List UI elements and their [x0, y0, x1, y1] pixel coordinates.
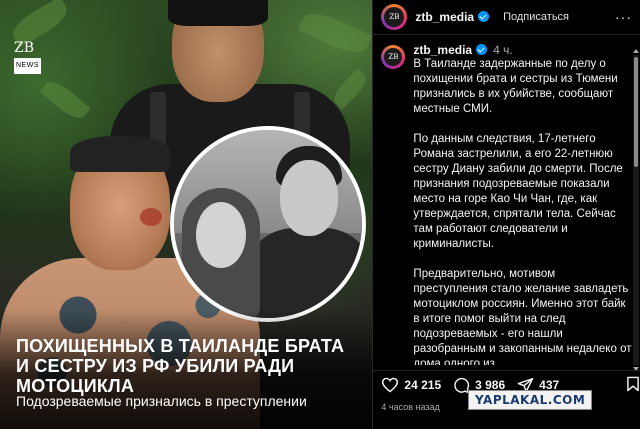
caption-text: В Таиланде задержанные по делу о похищен…	[413, 58, 632, 365]
more-options-icon[interactable]: ···	[615, 9, 632, 25]
like-button[interactable]: 24 215	[381, 377, 441, 393]
instagram-post-window: ZB NEWS ПОХИЩЕННЫХ В ТАИЛАНДЕ БРАТА И СЕ…	[0, 0, 640, 429]
follow-button[interactable]: Подписаться	[503, 11, 569, 23]
ztb-logo: ZB NEWS	[14, 40, 44, 74]
post-image[interactable]: ZB NEWS ПОХИЩЕННЫХ В ТАИЛАНДЕ БРАТА И СЕ…	[0, 0, 373, 429]
bookmark-icon	[627, 376, 640, 391]
image-headline: ПОХИЩЕННЫХ В ТАИЛАНДЕ БРАТА И СЕСТРУ ИЗ …	[16, 336, 345, 396]
image-subheadline: Подозреваемые признались в преступлении	[16, 393, 307, 409]
watermark-logo: YAPLAKAL.COM	[468, 390, 593, 410]
post-header: ZB ztb_media Подписаться ···	[373, 0, 640, 35]
victims-circle-photo	[170, 126, 366, 322]
avatar[interactable]: ZB	[381, 45, 406, 69]
verified-badge-icon	[478, 11, 490, 22]
post-timestamp: 4 часов назад	[381, 402, 440, 412]
post-sidebar: ZB ztb_media Подписаться ··· ZB ztb_medi…	[372, 0, 640, 429]
caption-time: 4 ч.	[493, 43, 513, 57]
heart-icon	[382, 377, 399, 393]
scrollbar-thumb[interactable]	[634, 57, 638, 167]
scrollbar[interactable]	[633, 49, 639, 371]
header-username[interactable]: ztb_media	[415, 10, 490, 24]
avatar[interactable]: ZB	[381, 4, 408, 30]
save-button[interactable]	[626, 376, 640, 395]
leaf-decoration	[39, 76, 91, 124]
verified-badge-icon	[476, 44, 488, 55]
caption-username[interactable]: ztb_media	[413, 43, 472, 57]
caption-area[interactable]: ZB ztb_media 4 ч. В Таиланде задержанные …	[373, 35, 632, 365]
likes-count: 24 215	[404, 378, 442, 392]
caption: ZB ztb_media 4 ч. В Таиланде задержанные …	[373, 35, 632, 365]
